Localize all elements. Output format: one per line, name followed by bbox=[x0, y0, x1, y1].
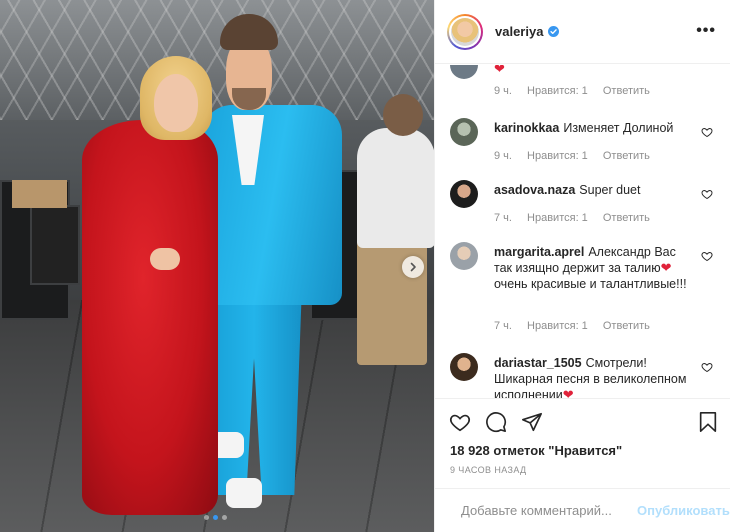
comment-text: karinokkaa Изменяет Долиной bbox=[494, 120, 694, 136]
commenter-avatar[interactable] bbox=[450, 65, 478, 79]
man-blue-jacket bbox=[202, 105, 342, 305]
comment-time: 7 ч. bbox=[494, 212, 512, 224]
carousel-dot[interactable] bbox=[222, 515, 227, 520]
comment-meta: 9 ч. Нравится: 1 Ответить bbox=[494, 85, 662, 97]
comment-content-tail: очень красивые и талантливые!!! bbox=[494, 277, 687, 291]
woman-hand bbox=[150, 248, 180, 270]
profile-username[interactable]: valeriya bbox=[495, 24, 543, 39]
comment-likes-count[interactable]: Нравится: 1 bbox=[527, 212, 588, 224]
likes-count[interactable]: 18 928 отметок "Нравится" bbox=[450, 443, 622, 458]
heart-outline-icon[interactable] bbox=[449, 411, 471, 433]
post-photo[interactable] bbox=[0, 0, 434, 532]
post-side-panel: valeriya ••• ❤ 9 ч. Нравится: 1 Ответить bbox=[434, 0, 730, 532]
comment-content: Изменяет Долиной bbox=[563, 121, 674, 135]
comment-like-heart-icon[interactable] bbox=[701, 188, 713, 200]
commenter-avatar[interactable] bbox=[450, 118, 478, 146]
verified-badge-icon bbox=[548, 26, 560, 37]
comment-text: dariastar_1505 Смотрели! Шикарная песня в… bbox=[494, 355, 694, 398]
commenter-username[interactable]: margarita.aprel bbox=[494, 245, 584, 259]
instagram-post-modal: valeriya ••• ❤ 9 ч. Нравится: 1 Ответить bbox=[0, 0, 730, 532]
woman-red-dress bbox=[82, 120, 218, 515]
commenter-username[interactable]: karinokkaa bbox=[494, 121, 559, 135]
commenter-username[interactable]: asadova.naza bbox=[494, 183, 575, 197]
comment-item: margarita.aprel Александр Вас так изящно … bbox=[447, 242, 719, 342]
comments-list[interactable]: ❤ 9 ч. Нравится: 1 Ответить karinokkaa Из… bbox=[435, 65, 730, 398]
comment-item: dariastar_1505 Смотрели! Шикарная песня в… bbox=[447, 353, 719, 398]
chevron-right-icon bbox=[410, 262, 416, 272]
comment-likes-count[interactable]: Нравится: 1 bbox=[527, 85, 588, 97]
comment-meta: 7 ч. Нравится: 1 Ответить bbox=[494, 212, 662, 224]
background-person-head bbox=[383, 94, 423, 136]
comment-like-heart-icon[interactable] bbox=[701, 126, 713, 138]
heart-emoji-icon: ❤ bbox=[660, 260, 672, 275]
carousel-next-button[interactable] bbox=[402, 256, 424, 278]
commenter-username[interactable]: dariastar_1505 bbox=[494, 356, 582, 370]
comment-text: asadova.naza Super duet bbox=[494, 182, 694, 198]
comment-meta: 7 ч. Нравится: 1 Ответить bbox=[494, 320, 662, 332]
comment-reply-button[interactable]: Ответить bbox=[603, 320, 650, 332]
carousel-indicators bbox=[204, 515, 227, 520]
profile-avatar[interactable] bbox=[447, 13, 483, 50]
carousel-dot[interactable] bbox=[204, 515, 209, 520]
comment-text: margarita.aprel Александр Вас так изящно … bbox=[494, 244, 694, 292]
heart-emoji-icon: ❤ bbox=[562, 387, 574, 398]
comment-bubble-icon[interactable] bbox=[485, 411, 507, 433]
carousel-dot-active[interactable] bbox=[213, 515, 218, 520]
comment-meta: 9 ч. Нравится: 1 Ответить bbox=[494, 150, 662, 162]
comment-input[interactable] bbox=[461, 503, 637, 518]
more-options-button[interactable]: ••• bbox=[696, 22, 716, 40]
heart-emoji-icon: ❤ bbox=[494, 65, 505, 76]
background-person-legs bbox=[357, 235, 427, 365]
woman-face bbox=[154, 74, 198, 132]
comment-content: Super duet bbox=[579, 183, 641, 197]
comment-reply-button[interactable]: Ответить bbox=[603, 150, 650, 162]
comment-item: asadova.naza Super duet 7 ч. Нравится: 1 … bbox=[447, 180, 719, 232]
comment-time: 9 ч. bbox=[494, 85, 512, 97]
white-sneaker bbox=[226, 478, 262, 508]
publish-button[interactable]: Опубликовать bbox=[637, 503, 730, 518]
add-comment-bar: Опубликовать bbox=[435, 488, 730, 532]
paper-plane-icon[interactable] bbox=[521, 411, 543, 433]
comment-like-heart-icon[interactable] bbox=[701, 250, 713, 262]
equipment-case bbox=[30, 205, 80, 285]
commenter-avatar[interactable] bbox=[450, 353, 478, 381]
comment-text: ❤ bbox=[494, 65, 694, 77]
comment-time: 9 ч. bbox=[494, 150, 512, 162]
comment-likes-count[interactable]: Нравится: 1 bbox=[527, 320, 588, 332]
post-timestamp[interactable]: 9 ЧАСОВ НАЗАД bbox=[450, 465, 527, 475]
post-actions: 18 928 отметок "Нравится" 9 ЧАСОВ НАЗАД bbox=[435, 398, 730, 496]
stage-truss bbox=[0, 0, 434, 120]
cardboard-box bbox=[12, 180, 67, 208]
commenter-avatar[interactable] bbox=[450, 180, 478, 208]
post-header: valeriya ••• bbox=[435, 0, 730, 64]
comment-item: ❤ 9 ч. Нравится: 1 Ответить bbox=[447, 65, 719, 111]
background-person bbox=[357, 128, 434, 248]
comment-like-heart-icon[interactable] bbox=[701, 361, 713, 373]
bookmark-icon[interactable] bbox=[697, 411, 719, 433]
commenter-avatar[interactable] bbox=[450, 242, 478, 270]
comment-likes-count[interactable]: Нравится: 1 bbox=[527, 150, 588, 162]
comment-reply-button[interactable]: Ответить bbox=[603, 85, 650, 97]
comment-item: karinokkaa Изменяет Долиной 9 ч. Нравится… bbox=[447, 118, 719, 170]
comment-reply-button[interactable]: Ответить bbox=[603, 212, 650, 224]
comment-time: 7 ч. bbox=[494, 320, 512, 332]
